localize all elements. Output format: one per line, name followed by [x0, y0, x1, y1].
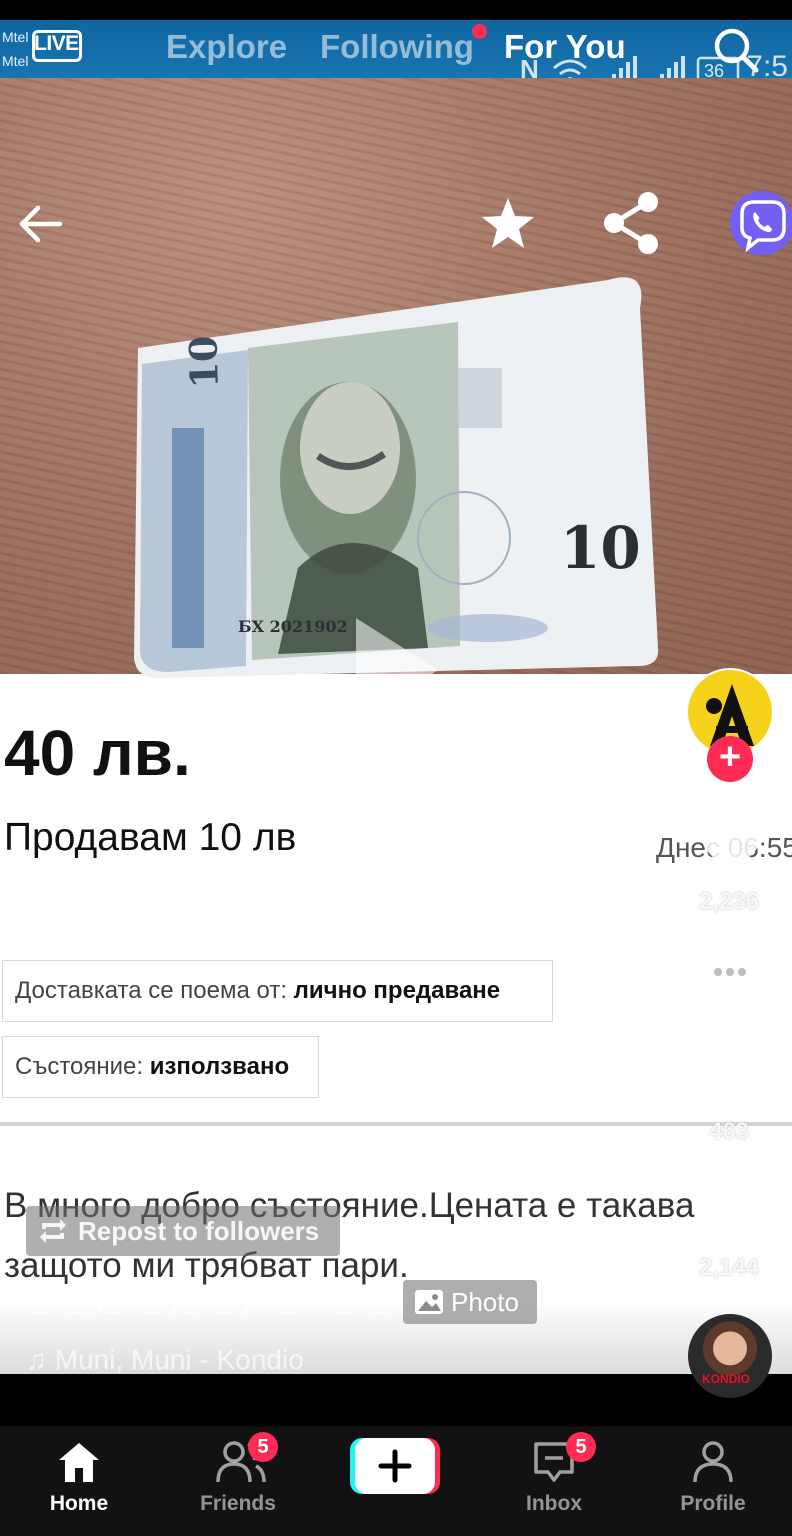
tab-following[interactable]: Following	[320, 28, 474, 66]
music-note-icon: ♫	[26, 1344, 47, 1375]
tab-profile-label: Profile	[680, 1492, 746, 1515]
condition-attribute: Състояние: използвано	[2, 1036, 319, 1098]
bookmark-icon[interactable]	[706, 1054, 754, 1108]
photo-chip-label: Photo	[451, 1287, 519, 1317]
carrier-label: Mtel	[2, 29, 29, 45]
condition-label: Състояние:	[15, 1053, 144, 1080]
live-button[interactable]: LIVE	[32, 24, 84, 66]
create-plus-icon[interactable]	[350, 1438, 440, 1494]
condition-value: използвано	[149, 1053, 290, 1080]
listing-title: Продавам 10 лв	[4, 816, 297, 859]
delivery-label: Доставката се поема от:	[15, 977, 287, 1004]
tab-profile[interactable]: Profile	[653, 1426, 773, 1536]
tab-inbox-label: Inbox	[526, 1492, 582, 1515]
repost-button[interactable]: Repost to followers	[26, 1206, 340, 1256]
delivery-value: лично предаване	[293, 977, 501, 1004]
svg-text:10: 10	[560, 514, 641, 582]
search-icon[interactable]	[712, 26, 760, 74]
tab-friends[interactable]: 5 Friends	[178, 1426, 298, 1536]
tab-explore[interactable]: Explore	[166, 28, 287, 66]
home-icon	[59, 1443, 99, 1482]
friends-badge: 5	[248, 1432, 278, 1462]
back-arrow-icon[interactable]	[18, 204, 64, 244]
tab-friends-label: Friends	[200, 1492, 276, 1515]
heart-icon[interactable]	[700, 822, 762, 878]
tab-home-label: Home	[49, 1492, 109, 1515]
repost-label: Repost to followers	[78, 1216, 320, 1246]
share-icon[interactable]	[600, 190, 662, 256]
bottom-tab-bar: Home 5 Friends 5 Inbox Profile	[0, 1426, 792, 1536]
live-label: LIVE	[34, 32, 79, 55]
bottom-strip	[0, 1374, 792, 1426]
profile-icon	[693, 1441, 733, 1483]
delivery-attribute: Доставката се поема от: лично предаване	[2, 960, 553, 1022]
inbox-badge: 5	[566, 1432, 596, 1462]
music-disc-label: KONDIO	[702, 1372, 750, 1386]
follow-plus-icon[interactable]: +	[707, 736, 753, 782]
like-count: 2,236	[698, 888, 760, 915]
following-notification-dot	[472, 24, 487, 39]
photo-icon	[415, 1290, 443, 1314]
share-arrow-icon[interactable]	[700, 1174, 760, 1230]
star-icon[interactable]	[478, 194, 538, 254]
photo-chip[interactable]: Photo	[403, 1280, 537, 1324]
save-count: 463	[708, 1118, 750, 1145]
repost-icon	[40, 1219, 66, 1243]
carrier-label: Mtel	[2, 53, 29, 69]
listing-photo[interactable]: 10 БХ 2021902 10	[0, 78, 792, 717]
music-info[interactable]: ♫ Muni, Muni - Kondio	[26, 1344, 304, 1376]
share-count: 2,144	[698, 1254, 760, 1281]
tab-inbox[interactable]: 5 Inbox	[494, 1426, 614, 1536]
viber-icon[interactable]	[728, 188, 792, 258]
comment-icon[interactable]	[698, 944, 762, 1006]
post-caption: i_ž_g_ó_ŋ_ε_ŋ ó_ť ľ_ă_q	[24, 1282, 409, 1315]
status-bar: Mtel Mtel LIVE Explore Following For You…	[0, 0, 792, 90]
listing-price: 40 лв.	[4, 717, 191, 789]
play-icon[interactable]	[352, 614, 442, 726]
tab-home[interactable]: Home	[19, 1426, 139, 1536]
svg-text:10: 10	[180, 335, 227, 389]
music-title: Muni, Muni - Kondio	[54, 1344, 304, 1375]
svg-text:БХ 2021902: БХ 2021902	[238, 617, 348, 636]
music-disc[interactable]: KONDIO	[688, 1314, 772, 1398]
